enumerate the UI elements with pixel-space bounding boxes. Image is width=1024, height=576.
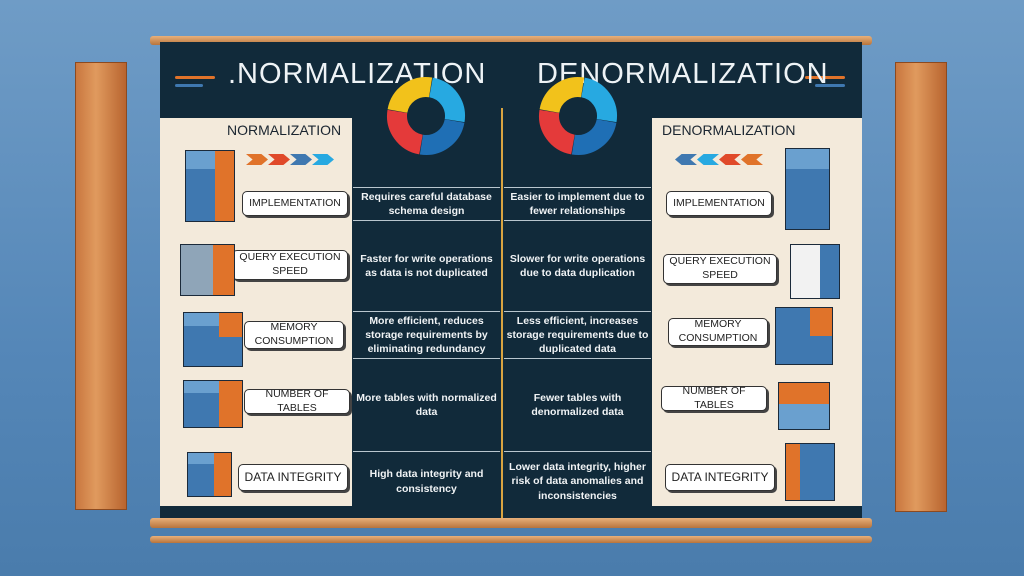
label-implementation-right: IMPLEMENTATION [666, 191, 772, 216]
denormalization-cell: Less efficient, increases storage requir… [504, 311, 651, 358]
layers-icon [778, 382, 830, 430]
cycle-icon-left [386, 77, 465, 155]
normalization-cell: High data integrity and consistency [353, 451, 500, 511]
denormalization-cell: Lower data integrity, higher risk of dat… [504, 451, 651, 511]
decor-line [175, 76, 215, 79]
memory-cube-icon [183, 312, 243, 367]
bottom-rod [150, 518, 872, 528]
stacked-database-icon [185, 150, 235, 222]
decor-line [175, 84, 203, 87]
label-query-speed-right: QUERY EXECUTION SPEED [663, 254, 777, 284]
label-memory-left: MEMORY CONSUMPTION [244, 321, 344, 349]
normalization-cell: More tables with normalized data [353, 358, 500, 451]
right-wooden-post [895, 62, 947, 512]
denormalization-cell: Easier to implement due to fewer relatio… [504, 187, 651, 220]
label-memory-right: MEMORY CONSUMPTION [668, 318, 768, 346]
memory-cube-icon [775, 307, 833, 365]
label-implementation-left: IMPLEMENTATION [242, 191, 348, 216]
white-cube-icon [790, 244, 840, 299]
label-integrity-right: DATA INTEGRITY [665, 464, 775, 491]
frame-cube-icon [180, 244, 235, 296]
label-query-speed-left: QUERY EXECUTION SPEED [232, 250, 348, 280]
cycle-icon-right [539, 77, 617, 155]
right-panel-title: DENORMALIZATION [662, 122, 796, 138]
center-divider [501, 108, 503, 518]
normalization-cell: More efficient, reduces storage requirem… [353, 311, 500, 358]
normalization-cell: Requires careful database schema design [353, 187, 500, 220]
label-tables-left: NUMBER OF TABLES [244, 388, 350, 414]
label-integrity-left: DATA INTEGRITY [238, 464, 348, 491]
stacked-database-icon [785, 148, 830, 230]
left-panel-title: NORMALIZATION [227, 122, 342, 138]
arrow-row-right [675, 152, 763, 170]
arrow-row-left [246, 152, 334, 170]
denormalization-cell: Fewer tables with denormalized data [504, 358, 651, 451]
tables-cube-icon [183, 380, 243, 428]
left-wooden-post [75, 62, 127, 510]
label-tables-right: NUMBER OF TABLES [661, 385, 767, 411]
integrity-cube-icon [785, 443, 835, 501]
integrity-cube-icon [187, 452, 232, 497]
bottom-rod-lower [150, 536, 872, 543]
denormalization-cell: Slower for write operations due to data … [504, 220, 651, 311]
normalization-cell: Faster for write operations as data is n… [353, 220, 500, 311]
